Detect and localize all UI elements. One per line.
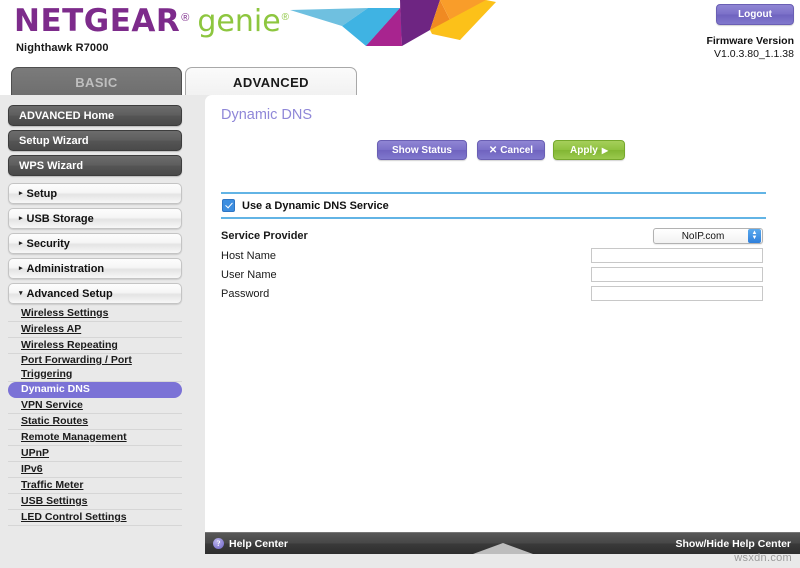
sidebar-item-ipv6[interactable]: IPv6: [8, 462, 182, 478]
apply-button[interactable]: Apply ▶: [553, 140, 625, 160]
sidebar-item-wps-wizard[interactable]: WPS Wizard: [8, 155, 182, 176]
chevron-down-icon: ▾: [19, 290, 23, 297]
help-center-label: Help Center: [229, 537, 288, 550]
question-mark-icon: ?: [213, 538, 224, 549]
use-dynamic-dns-checkbox[interactable]: [222, 199, 235, 212]
brand-netgear-text: NETGEAR: [14, 3, 181, 39]
registered-mark-netgear: ®: [181, 12, 190, 24]
sidebar-item-traffic-meter[interactable]: Traffic Meter: [8, 478, 182, 494]
sidebar-item-wireless-settings[interactable]: Wireless Settings: [8, 306, 182, 322]
page-title: Dynamic DNS: [221, 107, 313, 123]
sidebar-item-setup-wizard[interactable]: Setup Wizard: [8, 130, 182, 151]
host-name-input[interactable]: [591, 248, 763, 263]
help-center-button[interactable]: ? Help Center: [213, 538, 288, 550]
sidebar-item-wireless-repeating[interactable]: Wireless Repeating: [8, 338, 182, 354]
sidebar-item-led-control-settings[interactable]: LED Control Settings: [8, 510, 182, 526]
router-model-name: Nighthawk R7000: [16, 42, 109, 54]
sidebar-item-wireless-ap[interactable]: Wireless AP: [8, 322, 182, 338]
sidebar-item-remote-management[interactable]: Remote Management: [8, 430, 182, 446]
sidebar-section-usb-storage-label: USB Storage: [26, 212, 94, 225]
sidebar-section-administration-label: Administration: [26, 262, 105, 275]
tab-bar: BASIC ADVANCED i A router firmware upgra…: [0, 62, 800, 151]
sidebar-section-usb-storage[interactable]: ▸ USB Storage: [8, 208, 182, 229]
sidebar-section-setup[interactable]: ▸ Setup: [8, 183, 182, 204]
show-hide-help-center-link[interactable]: Show/Hide Help Center: [675, 538, 791, 550]
divider-top: [221, 192, 766, 194]
apply-button-label: Apply: [570, 144, 598, 156]
chevron-right-icon: ▸: [19, 240, 23, 247]
firmware-version-label: Firmware Version: [706, 35, 794, 47]
chevron-right-icon: ▸: [19, 215, 23, 222]
firmware-info: Firmware Version V1.0.3.80_1.1.38: [706, 35, 794, 61]
sidebar-item-port-forwarding-triggering[interactable]: Port Forwarding / Port Triggering: [8, 354, 182, 382]
cancel-button[interactable]: ✕ Cancel: [477, 140, 545, 160]
page-body: ADVANCED Home Setup Wizard WPS Wizard ▸ …: [0, 95, 800, 568]
close-icon: ✕: [488, 144, 498, 156]
select-stepper-arrows-icon: ▲ ▼: [748, 229, 761, 243]
chevron-right-icon: ▸: [19, 265, 23, 272]
sidebar-item-static-routes[interactable]: Static Routes: [8, 414, 182, 430]
sidebar-section-setup-label: Setup: [26, 187, 58, 200]
service-provider-select[interactable]: NoIP.com ▲ ▼: [653, 228, 763, 244]
use-dynamic-dns-row[interactable]: Use a Dynamic DNS Service: [222, 199, 389, 212]
password-label: Password: [221, 288, 270, 300]
sidebar-item-upnp[interactable]: UPnP: [8, 446, 182, 462]
service-provider-value: NoIP.com: [681, 230, 725, 242]
netgear-banner-graphic: [290, 0, 496, 46]
sidebar-item-vpn-service[interactable]: VPN Service: [8, 398, 182, 414]
divider-bottom: [221, 217, 766, 219]
sidebar-section-administration[interactable]: ▸ Administration: [8, 258, 182, 279]
chevron-up-icon[interactable]: [472, 543, 533, 554]
tab-basic[interactable]: BASIC: [11, 67, 182, 96]
firmware-version-value: V1.0.3.80_1.1.38: [714, 47, 794, 60]
user-name-label: User Name: [221, 269, 277, 281]
tab-advanced[interactable]: ADVANCED: [185, 67, 357, 96]
chevron-right-icon: ▸: [19, 190, 23, 197]
use-dynamic-dns-label: Use a Dynamic DNS Service: [242, 199, 389, 212]
logout-button[interactable]: Logout: [716, 4, 794, 25]
show-status-button-label: Show Status: [391, 144, 452, 156]
user-name-row: User Name: [221, 267, 766, 286]
sidebar-item-usb-settings[interactable]: USB Settings: [8, 494, 182, 510]
brand-logo: NETGEAR ® genie ®: [14, 3, 290, 39]
service-provider-label: Service Provider: [221, 230, 308, 242]
sidebar-section-security-label: Security: [26, 237, 70, 250]
user-name-input[interactable]: [591, 267, 763, 282]
play-arrow-icon: ▶: [601, 145, 608, 155]
password-row: Password: [221, 286, 766, 305]
brand-genie-text: genie: [197, 4, 281, 39]
sidebar-section-security[interactable]: ▸ Security: [8, 233, 182, 254]
host-name-row: Host Name: [221, 248, 766, 267]
help-center-footer: ? Help Center Show/Hide Help Center: [205, 532, 800, 554]
page-header: NETGEAR ® genie ® Nighthawk R7000 Logout…: [0, 0, 800, 62]
show-status-button[interactable]: Show Status: [377, 140, 467, 160]
cancel-button-label: Cancel: [500, 144, 534, 156]
sidebar-item-dynamic-dns[interactable]: Dynamic DNS: [8, 382, 182, 398]
host-name-label: Host Name: [221, 250, 277, 262]
registered-mark-genie: ®: [281, 12, 290, 23]
sidebar-navigation: ADVANCED Home Setup Wizard WPS Wizard ▸ …: [0, 95, 205, 568]
sidebar-item-advanced-home[interactable]: ADVANCED Home: [8, 105, 182, 126]
sidebar-section-advanced-setup-label: Advanced Setup: [26, 287, 113, 300]
watermark: wsxdn.com: [734, 552, 792, 564]
service-provider-row: Service Provider NoIP.com ▲ ▼: [221, 228, 766, 247]
sidebar-section-advanced-setup[interactable]: ▾ Advanced Setup: [8, 283, 182, 304]
password-input[interactable]: [591, 286, 763, 301]
content-panel: Dynamic DNS Show Status ✕ Cancel Apply ▶…: [205, 95, 800, 532]
